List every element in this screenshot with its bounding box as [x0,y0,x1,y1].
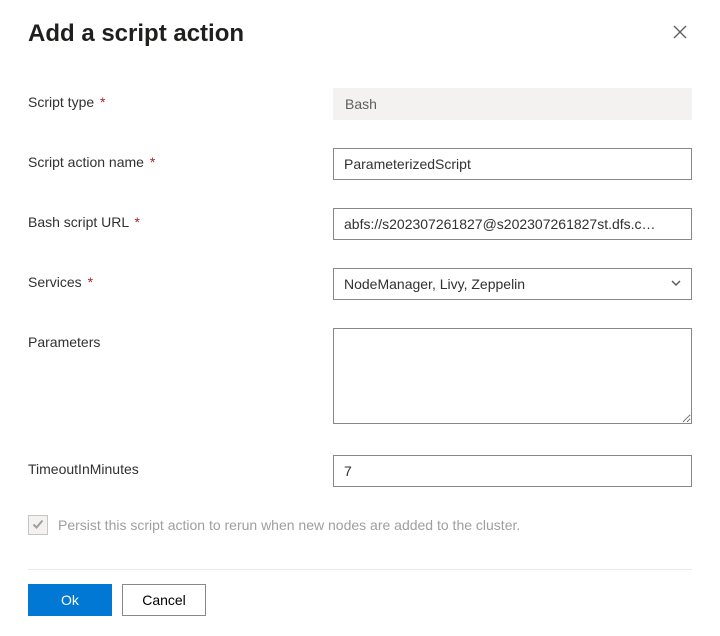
parameters-input[interactable] [333,328,692,424]
bash-script-url-input[interactable] [333,208,692,240]
bash-script-url-row: Bash script URL * [28,208,692,240]
script-action-name-row: Script action name * [28,148,692,180]
services-select-wrapper: NodeManager, Livy, Zeppelin [333,268,692,300]
required-mark: * [150,154,155,170]
bash-script-url-label: Bash script URL * [28,208,333,230]
checkmark-icon [31,517,45,534]
persist-checkbox-label: Persist this script action to rerun when… [58,517,520,533]
parameters-row: Parameters [28,328,692,427]
timeout-row: TimeoutInMinutes [28,455,692,487]
services-label: Services * [28,268,333,290]
script-type-field: Bash [333,88,692,120]
services-select[interactable]: NodeManager, Livy, Zeppelin [333,268,692,300]
persist-row: Persist this script action to rerun when… [28,515,692,535]
close-button[interactable] [668,20,692,47]
close-icon [672,24,688,43]
field-label-text: TimeoutInMinutes [28,461,139,477]
script-type-label: Script type * [28,88,333,110]
field-label-text: Services [28,274,82,290]
parameters-label: Parameters [28,328,333,350]
field-label-text: Bash script URL [28,214,129,230]
field-label-text: Script type [28,94,94,110]
required-mark: * [88,274,93,290]
ok-button[interactable]: Ok [28,584,112,616]
form: Script type * Bash Script action name * … [28,88,692,549]
required-mark: * [135,214,140,230]
timeout-label: TimeoutInMinutes [28,455,333,477]
add-script-action-panel: Add a script action Script type * Bash S… [0,0,720,636]
field-label-text: Parameters [28,334,100,350]
script-type-value-col: Bash [333,88,692,120]
script-type-row: Script type * Bash [28,88,692,120]
timeout-input[interactable] [333,455,692,487]
cancel-button[interactable]: Cancel [122,584,206,616]
services-row: Services * NodeManager, Livy, Zeppelin [28,268,692,300]
panel-footer: Ok Cancel [28,569,692,616]
script-action-name-input[interactable] [333,148,692,180]
script-action-name-label: Script action name * [28,148,333,170]
field-label-text: Script action name [28,154,144,170]
required-mark: * [100,94,105,110]
panel-title: Add a script action [28,20,244,48]
persist-checkbox [28,515,48,535]
panel-header: Add a script action [28,20,692,48]
